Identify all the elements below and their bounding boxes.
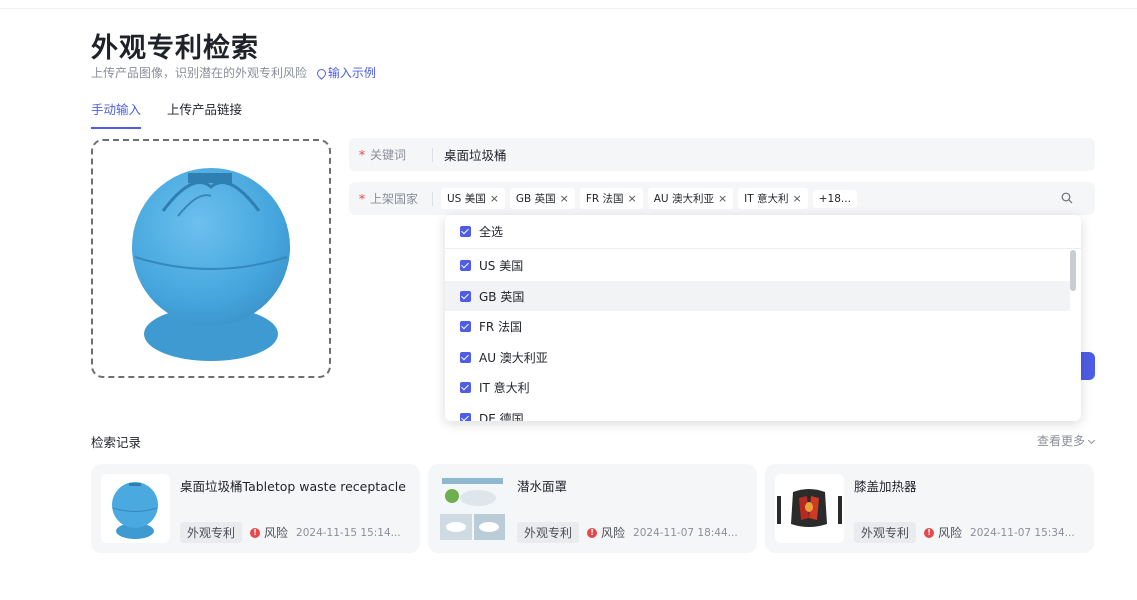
more-countries-chip[interactable]: +18...	[812, 189, 857, 208]
country-dropdown: 全选 US 美国 GB 英国 FR 法国 AU 澳大利亚 IT 意大利 DE 德…	[445, 215, 1081, 421]
dropdown-scrollbar[interactable]	[1070, 250, 1076, 291]
checkbox-checked-icon	[460, 320, 471, 332]
remove-chip-icon[interactable]: ×	[628, 192, 637, 205]
keyword-label: * 关键词	[349, 147, 433, 162]
patent-type-tag: 外观专利	[180, 522, 243, 543]
remove-chip-icon[interactable]: ×	[793, 192, 802, 205]
record-thumbnail	[101, 474, 170, 543]
record-title: 膝盖加热器	[854, 479, 917, 494]
checkbox-checked-icon	[460, 351, 471, 363]
record-title: 桌面垃圾桶Tabletop waste receptacle	[180, 479, 406, 494]
dropdown-option-select-all[interactable]: 全选	[445, 216, 1070, 246]
page-subtitle: 上传产品图像，识别潜在的外观专利风险 输入示例	[91, 64, 376, 81]
remove-chip-icon[interactable]: ×	[490, 192, 499, 205]
dropdown-option[interactable]: US 美国	[445, 250, 1070, 280]
record-thumbnail	[438, 474, 507, 543]
search-icon[interactable]	[1061, 192, 1073, 204]
example-link[interactable]: 输入示例	[314, 66, 376, 80]
pin-icon	[314, 67, 328, 80]
patent-type-tag: 外观专利	[517, 522, 580, 543]
dropdown-option[interactable]: GB 英国	[445, 281, 1070, 311]
alert-icon: !	[587, 527, 598, 538]
country-chip: IT 意大利 ×	[738, 188, 808, 209]
country-select[interactable]: * 上架国家 US 美国 × GB 英国 × FR 法国 × AU 澳大利亚 × IT 意…	[349, 182, 1095, 215]
country-label: * 上架国家	[349, 191, 433, 206]
subtitle-text: 上传产品图像，识别潜在的外观专利风险	[91, 66, 308, 80]
image-upload-area[interactable]	[91, 139, 331, 378]
record-meta: 外观专利 ! 风险 2024-11-15 15:14...	[180, 522, 401, 543]
checkbox-checked-icon	[460, 225, 471, 237]
record-time: 2024-11-07 15:34...	[970, 526, 1075, 539]
risk-badge: ! 风险	[924, 524, 962, 541]
record-card[interactable]: 膝盖加热器 外观专利 ! 风险 2024-11-07 15:34...	[765, 464, 1094, 553]
dropdown-option[interactable]: DE 德国	[445, 403, 1070, 421]
checkbox-checked-icon	[460, 412, 471, 421]
country-chip: AU 澳大利亚 ×	[647, 188, 734, 209]
keyword-field[interactable]: * 关键词 桌面垃圾桶	[349, 138, 1095, 171]
product-image	[132, 168, 290, 361]
record-title: 潜水面罩	[517, 479, 568, 494]
remove-chip-icon[interactable]: ×	[718, 192, 727, 205]
dropdown-option[interactable]: FR 法国	[445, 311, 1070, 341]
checkbox-checked-icon	[460, 381, 471, 393]
record-meta: 外观专利 ! 风险 2024-11-07 15:34...	[854, 522, 1075, 543]
dropdown-option[interactable]: IT 意大利	[445, 372, 1070, 402]
record-meta: 外观专利 ! 风险 2024-11-07 18:44...	[517, 522, 738, 543]
record-thumbnail	[775, 474, 844, 543]
risk-badge: ! 风险	[250, 524, 288, 541]
country-chip: FR 法国 ×	[579, 188, 643, 209]
record-card[interactable]: 桌面垃圾桶Tabletop waste receptacle 外观专利 ! 风险 …	[91, 464, 420, 553]
keyword-input[interactable]: 桌面垃圾桶	[433, 145, 507, 164]
records-title: 检索记录	[91, 435, 142, 450]
chevron-down-icon	[1087, 436, 1096, 445]
alert-icon: !	[250, 527, 261, 538]
top-divider	[0, 8, 1137, 9]
tab-manual-input[interactable]: 手动输入	[91, 99, 142, 129]
input-tabs: 手动输入 上传产品链接	[91, 99, 242, 129]
record-time: 2024-11-15 15:14...	[296, 526, 401, 539]
patent-type-tag: 外观专利	[854, 522, 917, 543]
country-chip: GB 英国 ×	[509, 188, 575, 209]
dropdown-option[interactable]: AU 澳大利亚	[445, 342, 1070, 372]
page-title: 外观专利检索	[91, 33, 259, 64]
search-submit-button[interactable]	[1080, 352, 1095, 380]
example-link-label: 输入示例	[327, 66, 376, 80]
country-chip: US 美国 ×	[441, 188, 505, 209]
checkbox-checked-icon	[460, 290, 471, 302]
alert-icon: !	[924, 527, 935, 538]
view-more-link[interactable]: 查看更多	[1037, 432, 1096, 449]
dropdown-divider	[445, 248, 1081, 249]
country-chips: US 美国 × GB 英国 × FR 法国 × AU 澳大利亚 × IT 意大利 × +1…	[433, 188, 857, 209]
remove-chip-icon[interactable]: ×	[560, 192, 569, 205]
checkbox-checked-icon	[460, 259, 471, 271]
record-time: 2024-11-07 18:44...	[633, 526, 738, 539]
record-card[interactable]: 潜水面罩 外观专利 ! 风险 2024-11-07 18:44...	[428, 464, 757, 553]
risk-badge: ! 风险	[587, 524, 625, 541]
tab-upload-link[interactable]: 上传产品链接	[167, 99, 242, 129]
